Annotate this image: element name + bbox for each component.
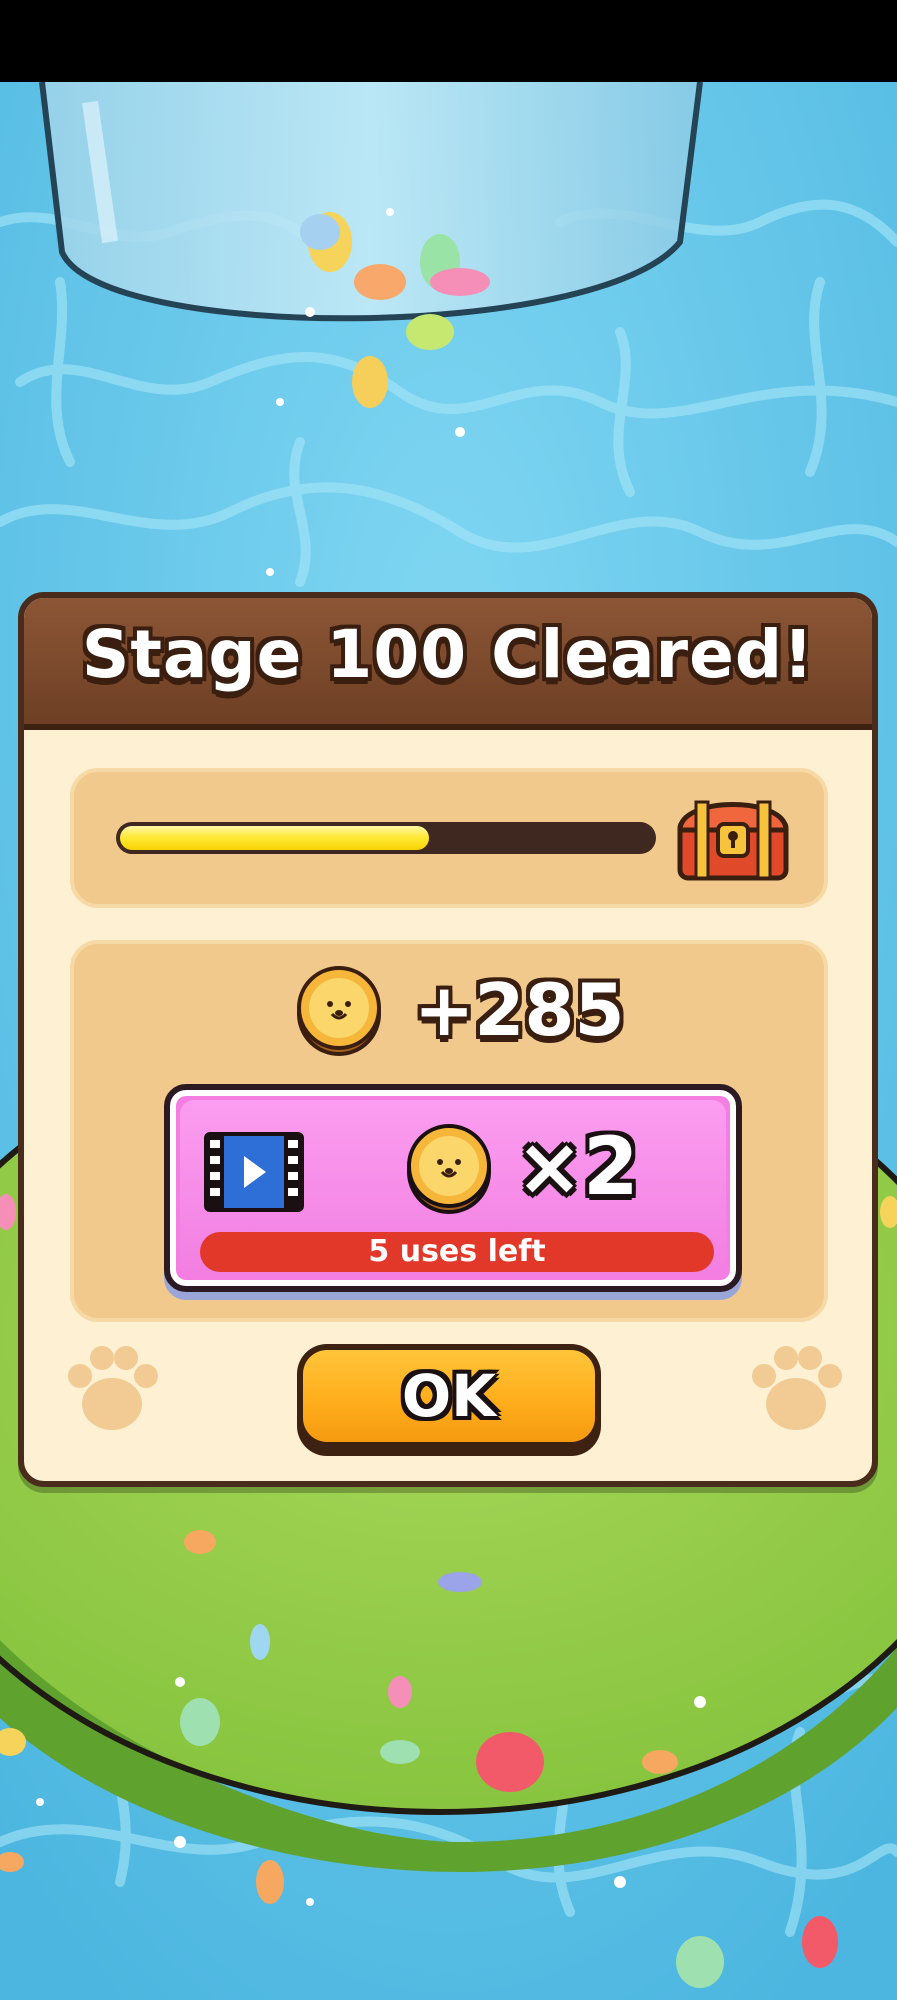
stage-progress-bar [116,822,656,854]
stage-progress-fill [120,826,429,850]
watch-ad-double-button[interactable]: ×2 5 uses left [164,1084,742,1292]
reward-amount: +285 [414,968,625,1052]
dialog-header: Stage 100 Cleared! [24,598,872,730]
uses-left-badge: 5 uses left [200,1232,714,1272]
coin-icon [297,966,381,1056]
video-ad-icon [204,1132,304,1212]
paw-print-icon [68,1346,158,1430]
coin-icon [407,1124,491,1214]
ok-button-face: OK [303,1350,595,1442]
ok-button-label: OK [401,1362,497,1430]
paw-print-icon [752,1346,842,1430]
stage-clear-dialog: Stage 100 Cleared! +285 ×2 5 uses left O… [18,592,878,1487]
dialog-title: Stage 100 Cleared! [81,616,815,693]
bonus-multiplier: ×2 [516,1120,639,1213]
ad-button-face: ×2 5 uses left [180,1100,726,1276]
reward-box: +285 ×2 5 uses left [70,940,828,1322]
stage-progress-box [70,768,828,908]
status-bar [0,0,897,82]
ok-button[interactable]: OK [297,1344,601,1456]
treasure-chest-icon [677,800,789,881]
